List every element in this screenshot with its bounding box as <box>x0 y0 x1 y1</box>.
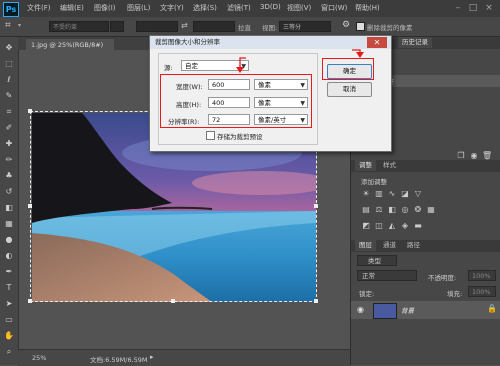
annotation-arrow-1-head <box>236 67 244 73</box>
annotation-arrow-2-head <box>356 52 364 58</box>
annotation-arrows <box>236 49 364 73</box>
